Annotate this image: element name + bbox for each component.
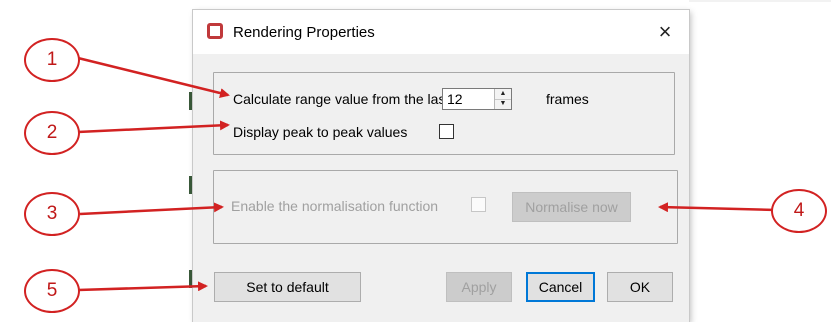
arrow-1 [77, 56, 230, 98]
callout-5: 5 [24, 269, 80, 313]
callout-1: 1 [24, 38, 80, 82]
annotation-arrows [77, 56, 777, 292]
callout-2: 2 [24, 111, 80, 155]
arrow-4 [658, 202, 777, 213]
arrow-5 [77, 281, 208, 292]
arrow-2 [77, 120, 230, 134]
callout-4: 4 [771, 189, 827, 233]
callout-3: 3 [24, 192, 80, 236]
arrow-3 [79, 202, 224, 216]
